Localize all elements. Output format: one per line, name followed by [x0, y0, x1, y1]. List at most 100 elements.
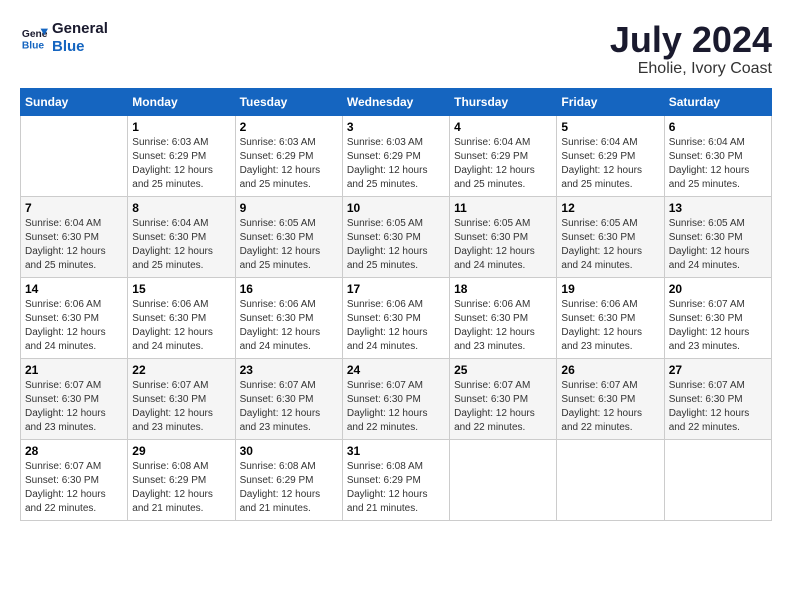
- day-info: Sunrise: 6:05 AMSunset: 6:30 PMDaylight:…: [240, 217, 338, 273]
- day-info: Sunrise: 6:04 AMSunset: 6:29 PMDaylight:…: [454, 136, 552, 192]
- day-number: 15: [132, 282, 230, 296]
- day-number: 18: [454, 282, 552, 296]
- location-subtitle: Eholie, Ivory Coast: [610, 60, 772, 78]
- day-info: Sunrise: 6:03 AMSunset: 6:29 PMDaylight:…: [132, 136, 230, 192]
- day-info: Sunrise: 6:04 AMSunset: 6:30 PMDaylight:…: [25, 217, 123, 273]
- day-info: Sunrise: 6:06 AMSunset: 6:30 PMDaylight:…: [347, 298, 445, 354]
- day-info: Sunrise: 6:04 AMSunset: 6:29 PMDaylight:…: [561, 136, 659, 192]
- day-number: 9: [240, 201, 338, 215]
- day-info: Sunrise: 6:08 AMSunset: 6:29 PMDaylight:…: [240, 460, 338, 516]
- day-info: Sunrise: 6:07 AMSunset: 6:30 PMDaylight:…: [669, 298, 767, 354]
- calendar-cell: [450, 439, 557, 520]
- calendar-cell: 20 Sunrise: 6:07 AMSunset: 6:30 PMDayligh…: [664, 277, 771, 358]
- day-number: 8: [132, 201, 230, 215]
- day-info: Sunrise: 6:07 AMSunset: 6:30 PMDaylight:…: [25, 379, 123, 435]
- header-day: Friday: [557, 88, 664, 115]
- calendar-cell: 4Sunrise: 6:04 AMSunset: 6:29 PMDaylight…: [450, 115, 557, 196]
- day-number: 24: [347, 363, 445, 377]
- day-info: Sunrise: 6:06 AMSunset: 6:30 PMDaylight:…: [25, 298, 123, 354]
- calendar-cell: 11 Sunrise: 6:05 AMSunset: 6:30 PMDayligh…: [450, 196, 557, 277]
- month-year-title: July 2024: [610, 20, 772, 60]
- day-number: 12: [561, 201, 659, 215]
- day-number: 27: [669, 363, 767, 377]
- calendar-cell: 5 Sunrise: 6:04 AMSunset: 6:29 PMDaylight…: [557, 115, 664, 196]
- calendar-cell: 21 Sunrise: 6:07 AMSunset: 6:30 PMDayligh…: [21, 358, 128, 439]
- calendar-cell: 26 Sunrise: 6:07 AMSunset: 6:30 PMDayligh…: [557, 358, 664, 439]
- calendar-cell: 29Sunrise: 6:08 AMSunset: 6:29 PMDayligh…: [128, 439, 235, 520]
- day-number: 3: [347, 120, 445, 134]
- calendar-cell: 17 Sunrise: 6:06 AMSunset: 6:30 PMDayligh…: [342, 277, 449, 358]
- calendar-cell: 23Sunrise: 6:07 AMSunset: 6:30 PMDayligh…: [235, 358, 342, 439]
- day-info: Sunrise: 6:07 AMSunset: 6:30 PMDaylight:…: [132, 379, 230, 435]
- calendar-cell: 13 Sunrise: 6:05 AMSunset: 6:30 PMDayligh…: [664, 196, 771, 277]
- logo-general: General: [52, 20, 108, 38]
- calendar-cell: 15 Sunrise: 6:06 AMSunset: 6:30 PMDayligh…: [128, 277, 235, 358]
- day-info: Sunrise: 6:07 AMSunset: 6:30 PMDaylight:…: [454, 379, 552, 435]
- calendar-cell: 30 Sunrise: 6:08 AMSunset: 6:29 PMDayligh…: [235, 439, 342, 520]
- calendar-cell: 14Sunrise: 6:06 AMSunset: 6:30 PMDayligh…: [21, 277, 128, 358]
- day-number: 31: [347, 444, 445, 458]
- day-info: Sunrise: 6:06 AMSunset: 6:30 PMDaylight:…: [240, 298, 338, 354]
- day-info: Sunrise: 6:03 AMSunset: 6:29 PMDaylight:…: [347, 136, 445, 192]
- day-info: Sunrise: 6:07 AMSunset: 6:30 PMDaylight:…: [347, 379, 445, 435]
- day-info: Sunrise: 6:05 AMSunset: 6:30 PMDaylight:…: [561, 217, 659, 273]
- calendar-cell: 25 Sunrise: 6:07 AMSunset: 6:30 PMDayligh…: [450, 358, 557, 439]
- calendar-cell: 16 Sunrise: 6:06 AMSunset: 6:30 PMDayligh…: [235, 277, 342, 358]
- day-info: Sunrise: 6:04 AMSunset: 6:30 PMDaylight:…: [669, 136, 767, 192]
- day-number: 16: [240, 282, 338, 296]
- day-number: 13: [669, 201, 767, 215]
- header-day: Saturday: [664, 88, 771, 115]
- calendar-cell: 10Sunrise: 6:05 AMSunset: 6:30 PMDayligh…: [342, 196, 449, 277]
- header-day: Tuesday: [235, 88, 342, 115]
- day-number: 5: [561, 120, 659, 134]
- calendar-week-row: 14Sunrise: 6:06 AMSunset: 6:30 PMDayligh…: [21, 277, 772, 358]
- logo-blue: Blue: [52, 38, 108, 56]
- calendar-cell: 18 Sunrise: 6:06 AMSunset: 6:30 PMDayligh…: [450, 277, 557, 358]
- day-number: 25: [454, 363, 552, 377]
- header-day: Thursday: [450, 88, 557, 115]
- calendar-cell: 22 Sunrise: 6:07 AMSunset: 6:30 PMDayligh…: [128, 358, 235, 439]
- day-info: Sunrise: 6:04 AMSunset: 6:30 PMDaylight:…: [132, 217, 230, 273]
- calendar-cell: 9 Sunrise: 6:05 AMSunset: 6:30 PMDaylight…: [235, 196, 342, 277]
- calendar-cell: 3 Sunrise: 6:03 AMSunset: 6:29 PMDaylight…: [342, 115, 449, 196]
- day-number: 26: [561, 363, 659, 377]
- calendar-cell: [21, 115, 128, 196]
- calendar-cell: [664, 439, 771, 520]
- day-info: Sunrise: 6:07 AMSunset: 6:30 PMDaylight:…: [240, 379, 338, 435]
- svg-text:Blue: Blue: [22, 40, 45, 51]
- day-number: 30: [240, 444, 338, 458]
- day-number: 21: [25, 363, 123, 377]
- day-info: Sunrise: 6:08 AMSunset: 6:29 PMDaylight:…: [132, 460, 230, 516]
- day-info: Sunrise: 6:07 AMSunset: 6:30 PMDaylight:…: [669, 379, 767, 435]
- day-info: Sunrise: 6:05 AMSunset: 6:30 PMDaylight:…: [669, 217, 767, 273]
- calendar-cell: 2Sunrise: 6:03 AMSunset: 6:29 PMDaylight…: [235, 115, 342, 196]
- day-number: 28: [25, 444, 123, 458]
- day-number: 17: [347, 282, 445, 296]
- day-info: Sunrise: 6:05 AMSunset: 6:30 PMDaylight:…: [347, 217, 445, 273]
- logo-icon: General Blue: [20, 24, 48, 52]
- day-info: Sunrise: 6:03 AMSunset: 6:29 PMDaylight:…: [240, 136, 338, 192]
- title-block: July 2024 Eholie, Ivory Coast: [610, 20, 772, 78]
- day-number: 20: [669, 282, 767, 296]
- day-info: Sunrise: 6:05 AMSunset: 6:30 PMDaylight:…: [454, 217, 552, 273]
- calendar-cell: 28Sunrise: 6:07 AMSunset: 6:30 PMDayligh…: [21, 439, 128, 520]
- day-info: Sunrise: 6:07 AMSunset: 6:30 PMDaylight:…: [561, 379, 659, 435]
- calendar-week-row: 7Sunrise: 6:04 AMSunset: 6:30 PMDaylight…: [21, 196, 772, 277]
- calendar-cell: 7Sunrise: 6:04 AMSunset: 6:30 PMDaylight…: [21, 196, 128, 277]
- header-row: SundayMondayTuesdayWednesdayThursdayFrid…: [21, 88, 772, 115]
- calendar-table: SundayMondayTuesdayWednesdayThursdayFrid…: [20, 88, 772, 521]
- header-day: Sunday: [21, 88, 128, 115]
- calendar-cell: 27 Sunrise: 6:07 AMSunset: 6:30 PMDayligh…: [664, 358, 771, 439]
- day-number: 11: [454, 201, 552, 215]
- calendar-week-row: 21 Sunrise: 6:07 AMSunset: 6:30 PMDayligh…: [21, 358, 772, 439]
- calendar-cell: 12 Sunrise: 6:05 AMSunset: 6:30 PMDayligh…: [557, 196, 664, 277]
- day-info: Sunrise: 6:06 AMSunset: 6:30 PMDaylight:…: [132, 298, 230, 354]
- day-info: Sunrise: 6:06 AMSunset: 6:30 PMDaylight:…: [454, 298, 552, 354]
- logo: General Blue General Blue: [20, 20, 108, 56]
- calendar-cell: [557, 439, 664, 520]
- page-header: General Blue General Blue July 2024 Ehol…: [20, 20, 772, 78]
- day-number: 19: [561, 282, 659, 296]
- calendar-week-row: 1Sunrise: 6:03 AMSunset: 6:29 PMDaylight…: [21, 115, 772, 196]
- day-number: 22: [132, 363, 230, 377]
- header-day: Wednesday: [342, 88, 449, 115]
